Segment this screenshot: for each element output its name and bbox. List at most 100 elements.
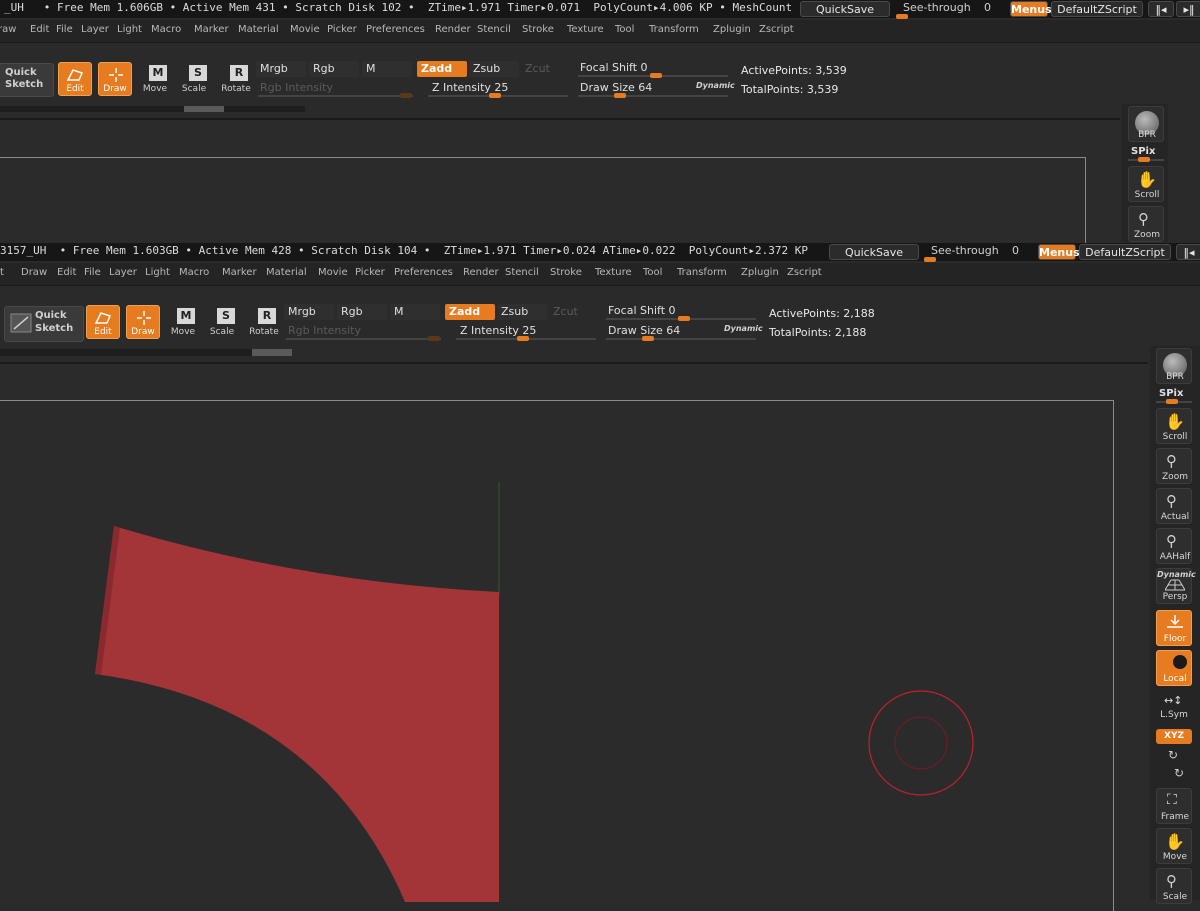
shelf-scroll-thumb[interactable] bbox=[252, 349, 292, 356]
menus-button[interactable]: Menus bbox=[1010, 1, 1052, 17]
rgb-button[interactable]: Rgb bbox=[309, 61, 359, 77]
m-button[interactable]: M bbox=[390, 304, 440, 320]
rotate-z-icon[interactable]: ↻ bbox=[1174, 766, 1184, 780]
actual-button[interactable]: ⚲ Actual bbox=[1156, 488, 1192, 524]
menu-item[interactable]: Draw bbox=[21, 267, 47, 278]
rotate-button[interactable]: R Rotate bbox=[248, 305, 282, 339]
scale-view-button[interactable]: ⚲ Scale bbox=[1156, 868, 1192, 904]
zoom-button[interactable]: ⚲ Zoom bbox=[1128, 206, 1164, 242]
spix-knob[interactable] bbox=[1166, 399, 1178, 404]
document-canvas[interactable] bbox=[0, 362, 1148, 911]
draw-size-slider[interactable] bbox=[578, 95, 728, 97]
draw-button[interactable]: Draw bbox=[98, 62, 132, 96]
focal-shift-knob[interactable] bbox=[678, 316, 690, 321]
menu-item[interactable]: Layer bbox=[81, 24, 109, 35]
script-button[interactable]: DefaultZScript bbox=[1079, 244, 1171, 260]
menu-item[interactable]: Light bbox=[145, 267, 170, 278]
bpr-button[interactable]: BPR bbox=[1128, 106, 1164, 142]
rotate-y-icon[interactable]: ↻ bbox=[1168, 748, 1178, 762]
xyz-button[interactable]: XYZ bbox=[1156, 729, 1192, 744]
edit-button[interactable]: Edit bbox=[86, 305, 120, 339]
menu-item[interactable]: Layer bbox=[109, 267, 137, 278]
quick-sketch-button[interactable]: Quick Sketch bbox=[0, 63, 54, 97]
scale-button[interactable]: S Scale bbox=[206, 305, 240, 339]
dynamic-toggle[interactable]: Dynamic bbox=[696, 81, 735, 90]
menu-item[interactable]: Texture bbox=[595, 267, 632, 278]
rgb-intensity-knob[interactable] bbox=[400, 93, 412, 98]
see-through-slider[interactable]: See-through 0 bbox=[924, 244, 1028, 262]
menu-item[interactable]: Material bbox=[266, 267, 307, 278]
z-intensity-knob[interactable] bbox=[489, 93, 501, 98]
move-view-button[interactable]: ✋ Move bbox=[1156, 828, 1192, 864]
menu-item[interactable]: Zscript bbox=[787, 267, 822, 278]
zcut-button[interactable]: Zcut bbox=[549, 304, 599, 320]
menu-item[interactable]: Movie bbox=[290, 24, 320, 35]
tray-toggle-icon[interactable]: ▸‖ bbox=[1176, 1, 1200, 17]
mrgb-button[interactable]: Mrgb bbox=[284, 304, 334, 320]
zadd-button[interactable]: Zadd bbox=[417, 61, 467, 77]
see-through-slider[interactable]: See-through 0 bbox=[896, 1, 1000, 19]
menus-button[interactable]: Menus bbox=[1038, 244, 1080, 260]
menu-item[interactable]: Macro bbox=[179, 267, 209, 278]
shelf-scroll-thumb[interactable] bbox=[184, 106, 224, 112]
draw-size-slider[interactable] bbox=[606, 338, 756, 340]
menu-item[interactable]: Preferences bbox=[366, 24, 425, 35]
zoom-button[interactable]: ⚲ Zoom bbox=[1156, 448, 1192, 484]
move-button[interactable]: M Move bbox=[166, 305, 200, 339]
menu-item[interactable]: Tool bbox=[615, 24, 634, 35]
rgb-intensity-slider[interactable] bbox=[286, 338, 441, 340]
viewport-scene[interactable] bbox=[0, 364, 1113, 902]
frame-button[interactable]: ⛶ Frame bbox=[1156, 788, 1192, 824]
quicksave-button[interactable]: QuickSave bbox=[829, 244, 919, 260]
menu-item[interactable]: Zscript bbox=[759, 24, 794, 35]
lsym-button[interactable]: ↔↕ L.Sym bbox=[1156, 690, 1192, 726]
dynamic-toggle[interactable]: Dynamic bbox=[724, 324, 763, 333]
draw-size-knob[interactable] bbox=[614, 93, 626, 98]
rgb-button[interactable]: Rgb bbox=[337, 304, 387, 320]
menu-item[interactable]: File bbox=[56, 24, 73, 35]
m-button[interactable]: M bbox=[362, 61, 412, 77]
see-through-knob[interactable] bbox=[924, 257, 936, 262]
menu-item[interactable]: Texture bbox=[567, 24, 604, 35]
zsub-button[interactable]: Zsub bbox=[469, 61, 519, 77]
tray-toggle-icon[interactable]: ‖◂ bbox=[1176, 244, 1200, 260]
menu-item[interactable]: Stroke bbox=[550, 267, 582, 278]
menu-item[interactable]: Zplugin bbox=[741, 267, 779, 278]
menu-item[interactable]: File bbox=[84, 267, 101, 278]
menu-item[interactable]: Transform bbox=[677, 267, 727, 278]
menu-item[interactable]: Stencil bbox=[477, 24, 511, 35]
menu-item[interactable]: t bbox=[0, 267, 4, 278]
draw-size-knob[interactable] bbox=[642, 336, 654, 341]
move-button[interactable]: M Move bbox=[138, 62, 172, 96]
menu-item[interactable]: Macro bbox=[151, 24, 181, 35]
menu-item[interactable]: Tool bbox=[643, 267, 662, 278]
menu-item[interactable]: Edit bbox=[30, 24, 49, 35]
tray-toggle-icon[interactable]: ‖◂ bbox=[1148, 1, 1174, 17]
zsub-button[interactable]: Zsub bbox=[497, 304, 547, 320]
menu-item[interactable]: Marker bbox=[222, 267, 257, 278]
document-canvas-top[interactable] bbox=[0, 118, 1120, 248]
menu-item[interactable]: Preferences bbox=[394, 267, 453, 278]
menu-item[interactable]: Stroke bbox=[522, 24, 554, 35]
rgb-intensity-slider[interactable] bbox=[258, 95, 413, 97]
menu-item[interactable]: Zplugin bbox=[713, 24, 751, 35]
scroll-button[interactable]: ✋ Scroll bbox=[1156, 408, 1192, 444]
shelf-scrollbar[interactable] bbox=[0, 349, 292, 356]
scroll-button[interactable]: ✋ Scroll bbox=[1128, 166, 1164, 202]
rotate-button[interactable]: R Rotate bbox=[220, 62, 254, 96]
menu-item[interactable]: Transform bbox=[649, 24, 699, 35]
local-button[interactable]: Local bbox=[1156, 650, 1192, 686]
menu-item[interactable]: raw bbox=[0, 24, 16, 35]
quicksave-button[interactable]: QuickSave bbox=[800, 1, 890, 17]
zcut-button[interactable]: Zcut bbox=[521, 61, 571, 77]
menu-item[interactable]: Render bbox=[435, 24, 471, 35]
see-through-knob[interactable] bbox=[896, 14, 908, 19]
menu-item[interactable]: Marker bbox=[194, 24, 229, 35]
floor-button[interactable]: Floor bbox=[1156, 610, 1192, 646]
menu-item[interactable]: Stencil bbox=[505, 267, 539, 278]
menu-item[interactable]: Material bbox=[238, 24, 279, 35]
spix-knob[interactable] bbox=[1138, 157, 1150, 162]
mrgb-button[interactable]: Mrgb bbox=[256, 61, 306, 77]
persp-button[interactable]: Dynamic Persp bbox=[1156, 568, 1196, 604]
scale-button[interactable]: S Scale bbox=[178, 62, 212, 96]
